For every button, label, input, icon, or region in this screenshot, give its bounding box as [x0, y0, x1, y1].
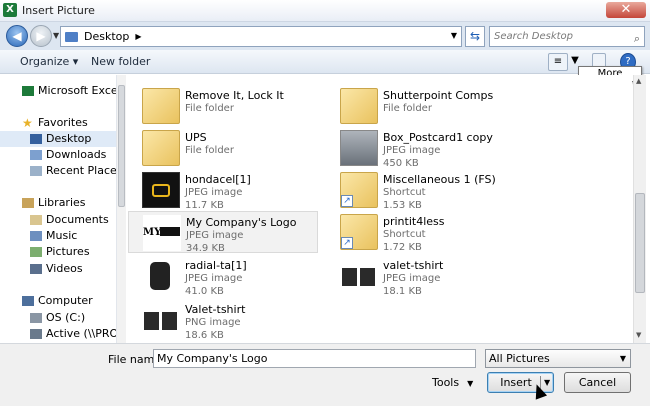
sidebar-item-favorites[interactable]: ★ Favorites	[0, 115, 116, 131]
recent-places-icon	[30, 166, 42, 176]
scroll-down-icon[interactable]: ▼	[636, 331, 641, 339]
sidebar-item-downloads[interactable]: Downloads	[0, 147, 116, 163]
file-type-select[interactable]: All Pictures ▼	[485, 349, 631, 368]
tshirt-icon	[342, 268, 357, 286]
list-item[interactable]: Box_Postcard1 copy JPEG image 450 KB	[326, 127, 516, 169]
file-list: Remove It, Lock It File folder Shutterpo…	[128, 75, 632, 343]
sidebar-item-computer[interactable]: Computer	[0, 293, 116, 309]
view-options-icon[interactable]: ≡	[548, 53, 568, 71]
back-button[interactable]: ◀	[6, 25, 28, 47]
music-icon	[30, 231, 42, 241]
sidebar-item-documents[interactable]: Documents	[0, 212, 116, 228]
shortcut-arrow-icon: ↗	[341, 237, 353, 249]
libraries-icon	[22, 198, 34, 208]
scroll-up-icon[interactable]: ▲	[636, 77, 641, 85]
excel-icon	[22, 86, 34, 96]
file-type-value: All Pictures	[489, 352, 550, 365]
sidebar-item-pictures[interactable]: Pictures	[0, 244, 116, 260]
cancel-button[interactable]: Cancel	[564, 372, 631, 393]
sidebar-item-microsoft-excel[interactable]: Microsoft Excel	[0, 83, 116, 99]
tshirt-icon	[162, 312, 177, 330]
list-item[interactable]: UPS File folder	[128, 127, 318, 169]
folder-icon	[142, 88, 180, 124]
list-item[interactable]: ↗ printit4less Shortcut 1.72 KB	[326, 211, 516, 253]
command-bar: Organize ▾ New folder ≡ ▼ ?	[0, 50, 650, 74]
network-drive-icon	[30, 329, 42, 339]
folder-icon	[340, 88, 378, 124]
list-item[interactable]: hondacel[1] JPEG image 11.7 KB	[128, 169, 318, 211]
logo-thumbnail-bar	[160, 227, 180, 236]
list-item[interactable]: valet-tshirt JPEG image 18.1 KB	[326, 255, 516, 297]
list-item[interactable]: Valet-tshirt PNG image 18.6 KB	[128, 299, 318, 341]
title-bar: X Insert Picture ✕	[0, 0, 650, 22]
drive-icon	[30, 313, 42, 323]
dialog-footer: File name: My Company's Logo All Picture…	[0, 343, 650, 406]
pictures-icon	[30, 247, 42, 257]
address-dropdown-icon[interactable]: ▼	[451, 31, 457, 40]
image-thumbnail-icon	[340, 130, 378, 166]
tools-button[interactable]: Tools ▼	[432, 376, 473, 389]
sidebar-item-videos[interactable]: Videos	[0, 261, 116, 277]
chevron-down-icon: ▼	[467, 379, 474, 388]
sidebar-item-libraries[interactable]: Libraries	[0, 195, 116, 211]
file-list-scroll-thumb[interactable]	[635, 193, 645, 293]
navigation-pane: Microsoft Excel ★ Favorites Desktop Down…	[0, 75, 117, 343]
list-item[interactable]: Shutterpoint Comps File folder	[326, 85, 516, 127]
sidebar-item-active-network[interactable]: Active (\\PROGR	[0, 326, 116, 342]
downloads-icon	[30, 150, 42, 160]
videos-icon	[30, 264, 42, 274]
close-button[interactable]: ✕	[606, 2, 646, 18]
address-bar[interactable]: Desktop ▶ ▼	[60, 26, 462, 47]
tools-label: Tools	[432, 376, 460, 389]
image-thumbnail-icon	[142, 172, 180, 208]
image-thumbnail-icon	[142, 258, 180, 294]
search-icon[interactable]: ⌕	[634, 29, 640, 48]
shortcut-folder-icon: ↗	[340, 172, 378, 208]
list-item[interactable]: Remove It, Lock It File folder	[128, 85, 318, 127]
file-name-input[interactable]: My Company's Logo	[153, 349, 476, 368]
file-list-scrollbar[interactable]: ▲ ▼	[633, 75, 646, 343]
logo-thumbnail-text: MY	[143, 227, 162, 238]
desktop-icon	[30, 134, 42, 144]
sidebar-scroll-thumb[interactable]	[118, 85, 125, 207]
chevron-right-icon[interactable]: ▶	[135, 32, 141, 41]
list-item[interactable]: ↗ Miscellaneous 1 (FS) Shortcut 1.53 KB	[326, 169, 516, 211]
image-thumbnail-icon	[142, 302, 180, 338]
chevron-down-icon[interactable]: ▼	[620, 350, 626, 367]
image-thumbnail-icon: MY	[143, 215, 181, 251]
navigation-bar: ◀ ▶ ▼ Desktop ▶ ▼ ⇆ Search Desktop ⌕	[0, 22, 650, 50]
organize-button[interactable]: Organize ▾	[20, 55, 78, 68]
search-placeholder: Search Desktop	[494, 31, 573, 42]
new-folder-button[interactable]: New folder	[91, 55, 150, 68]
list-item[interactable]: radial-ta[1] JPEG image 41.0 KB	[128, 255, 318, 297]
image-thumbnail-icon	[340, 258, 378, 294]
tshirt-icon	[144, 312, 159, 330]
search-input[interactable]: Search Desktop ⌕	[489, 26, 645, 47]
recent-locations-dropdown[interactable]: ▼	[53, 31, 59, 40]
sidebar-item-music[interactable]: Music	[0, 228, 116, 244]
computer-icon	[22, 296, 34, 306]
refresh-button[interactable]: ⇆	[465, 26, 485, 47]
sidebar-scrollbar[interactable]	[117, 75, 126, 343]
sidebar-item-desktop[interactable]: Desktop	[0, 131, 116, 147]
sidebar-item-recent-places[interactable]: Recent Places	[0, 163, 116, 179]
documents-icon	[30, 215, 42, 225]
tshirt-icon	[360, 268, 375, 286]
shortcut-folder-icon: ↗	[340, 214, 378, 250]
excel-app-icon: X	[3, 3, 17, 17]
tire-icon	[150, 262, 170, 290]
address-segment-desktop[interactable]: Desktop	[84, 30, 129, 43]
window-title: Insert Picture	[22, 4, 95, 17]
folder-icon	[142, 130, 180, 166]
star-icon: ★	[22, 116, 33, 130]
list-item-selected[interactable]: MY My Company's Logo JPEG image 34.9 KB	[128, 211, 318, 254]
folder-icon	[65, 31, 78, 42]
shortcut-arrow-icon: ↗	[341, 195, 353, 207]
sidebar-item-os-c[interactable]: OS (C:)	[0, 310, 116, 326]
engine-light-icon	[152, 184, 170, 197]
forward-button[interactable]: ▶	[30, 25, 52, 47]
